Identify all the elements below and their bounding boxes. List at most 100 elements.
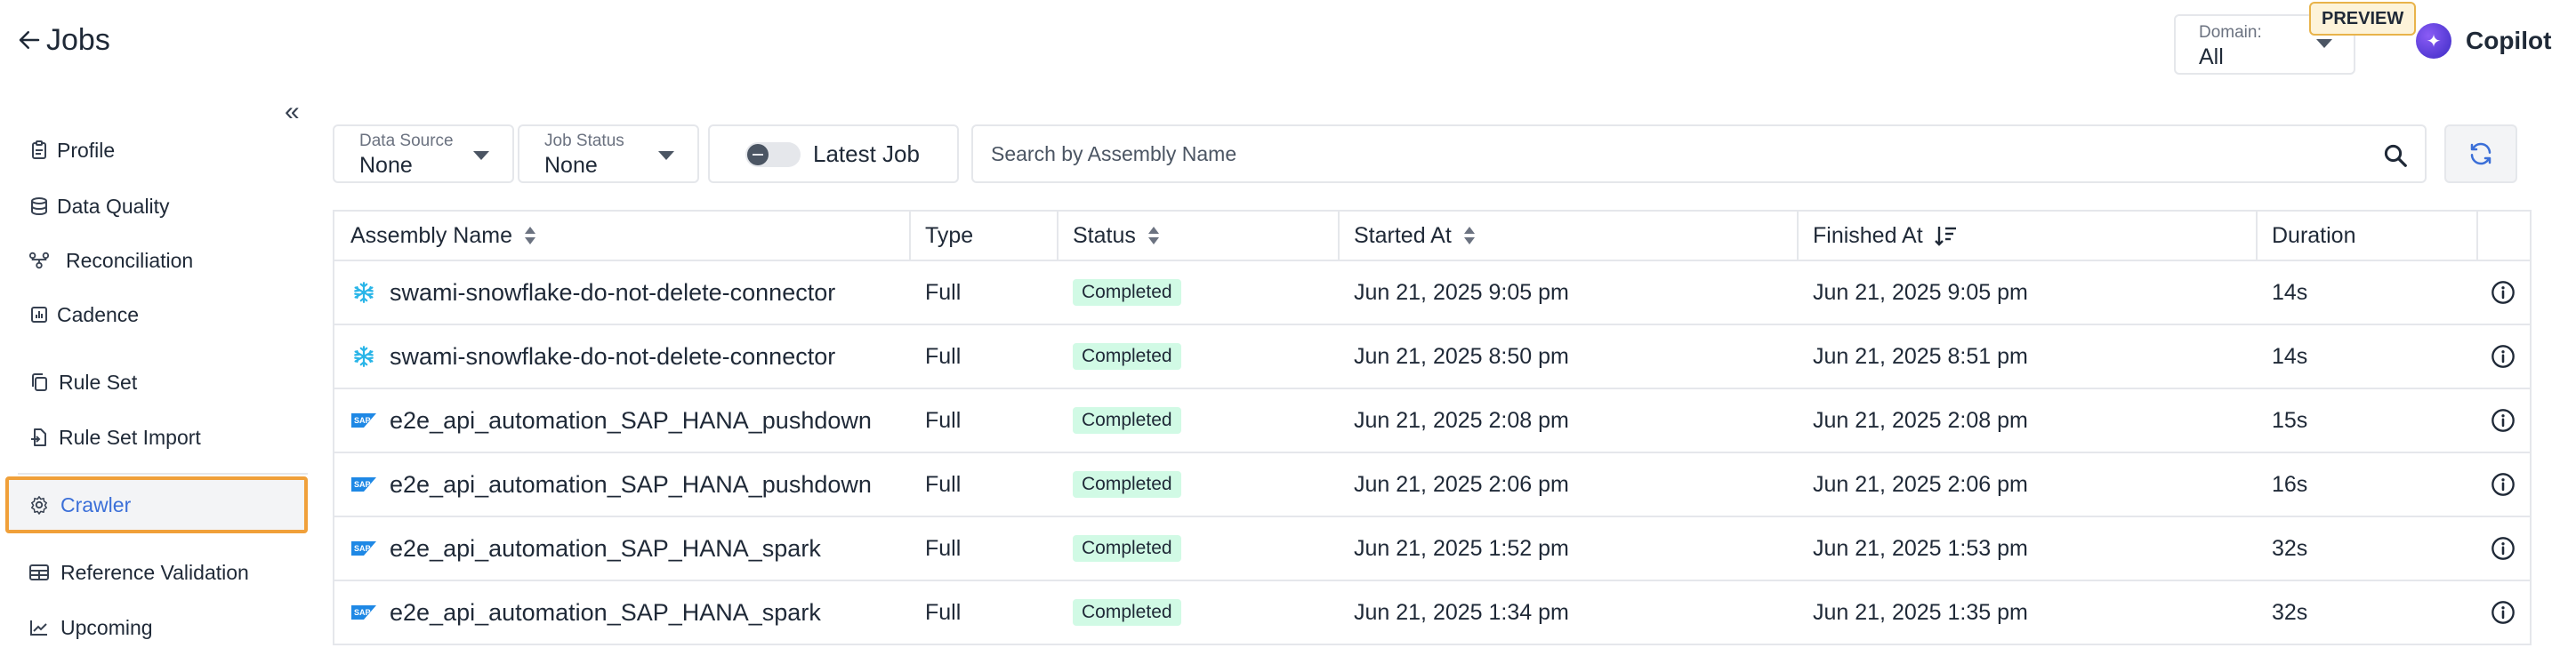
info-icon[interactable] [2491, 280, 2516, 305]
sidebar-item-label: Rule Set Import [59, 425, 201, 449]
sidebar-item-rule-set-import[interactable]: Rule Set Import [5, 411, 308, 464]
cell-status: Completed [1073, 453, 1181, 516]
table-row[interactable]: swami-snowflake-do-not-delete-connector F… [333, 261, 2532, 325]
cell-assembly-name[interactable]: SAP e2e_api_automation_SAP_HANA_pushdown [350, 389, 872, 452]
sidebar-item-cadence[interactable]: Cadence [5, 288, 308, 341]
column-header-status[interactable]: Status [1073, 212, 1161, 260]
cell-duration: 32s [2272, 599, 2308, 625]
cell-finished-at: Jun 21, 2025 9:05 pm [1813, 279, 2028, 305]
sap-icon: SAP [350, 535, 377, 562]
svg-text:SAP: SAP [354, 480, 371, 489]
assembly-name: swami-snowflake-do-not-delete-connector [390, 342, 836, 370]
cell-finished-at: Jun 21, 2025 2:08 pm [1813, 407, 2028, 433]
info-icon[interactable] [2491, 600, 2516, 625]
sort-descending-icon[interactable] [1934, 224, 1957, 247]
cell-status: Completed [1073, 261, 1181, 324]
sidebar-item-crawler[interactable]: Crawler [5, 476, 308, 533]
sap-icon: SAP [350, 599, 377, 626]
sidebar-item-data-quality[interactable]: Data Quality [5, 180, 308, 233]
status-badge: Completed [1073, 279, 1181, 306]
column-separator [1338, 212, 1340, 260]
sidebar-item-reconciliation[interactable]: Reconciliation [5, 234, 308, 287]
cell-type: Full [925, 535, 962, 561]
copilot-label: Copilot [2466, 27, 2552, 54]
table-row[interactable]: swami-snowflake-do-not-delete-connector F… [333, 325, 2532, 389]
cell-finished-at: Jun 21, 2025 8:51 pm [1813, 343, 2028, 369]
status-badge: Completed [1073, 599, 1181, 626]
cell-type: Full [925, 279, 962, 305]
latest-job-toggle[interactable] [745, 142, 801, 167]
data-source-value: None [359, 153, 413, 178]
data-source-select[interactable]: Data Source None [333, 124, 514, 183]
column-separator [2476, 212, 2478, 260]
sidebar-item-reference-validation[interactable]: Reference Validation [5, 546, 308, 599]
caret-down-icon [2316, 39, 2332, 48]
cell-started-at: Jun 21, 2025 9:05 pm [1354, 279, 1569, 305]
caret-down-icon [473, 151, 489, 160]
cell-started-at: Jun 21, 2025 1:34 pm [1354, 599, 1569, 625]
table-row[interactable]: SAP e2e_api_automation_SAP_HANA_spark Full… [333, 581, 2532, 645]
sparkle-icon: ✦ [2416, 23, 2451, 59]
cell-assembly-name[interactable]: swami-snowflake-do-not-delete-connector [350, 325, 835, 388]
cell-finished-at: Jun 21, 2025 1:53 pm [1813, 535, 2028, 561]
status-badge: Completed [1073, 343, 1181, 370]
search-input[interactable] [991, 137, 2361, 171]
caret-down-icon [658, 151, 674, 160]
cell-duration: 15s [2272, 407, 2308, 433]
cell-status: Completed [1073, 389, 1181, 452]
svg-text:SAP: SAP [354, 416, 371, 425]
cell-duration: 32s [2272, 535, 2308, 561]
cell-status: Completed [1073, 517, 1181, 580]
info-icon[interactable] [2491, 408, 2516, 433]
table-row[interactable]: SAP e2e_api_automation_SAP_HANA_spark Full… [333, 517, 2532, 581]
table-icon [28, 562, 50, 583]
info-icon[interactable] [2491, 472, 2516, 497]
sap-icon: SAP [350, 407, 377, 434]
sidebar-item-upcoming[interactable]: Upcoming [5, 601, 308, 654]
sidebar-item-label: Reference Validation [60, 560, 249, 584]
snowflake-icon [350, 343, 377, 370]
cell-type: Full [925, 599, 962, 625]
job-status-select[interactable]: Job Status None [518, 124, 699, 183]
sort-icon[interactable] [1462, 224, 1477, 247]
sidebar-item-label: Reconciliation [66, 248, 194, 272]
sidebar-item-label: Upcoming [60, 615, 153, 639]
info-icon[interactable] [2491, 536, 2516, 561]
cell-assembly-name[interactable]: SAP e2e_api_automation_SAP_HANA_pushdown [350, 453, 872, 516]
cell-assembly-name[interactable]: SAP e2e_api_automation_SAP_HANA_spark [350, 581, 821, 644]
sidebar-item-label: Rule Set [59, 370, 138, 394]
collapse-sidebar-icon[interactable]: « [285, 99, 311, 126]
assembly-name: e2e_api_automation_SAP_HANA_spark [390, 534, 821, 562]
column-header-finished-at[interactable]: Finished At [1813, 212, 1957, 260]
back-arrow-icon[interactable] [16, 27, 43, 53]
refresh-button[interactable] [2444, 124, 2517, 183]
sidebar-item-profile[interactable]: Profile [5, 124, 308, 177]
copy-icon [28, 372, 50, 393]
column-header-started-at[interactable]: Started At [1354, 212, 1477, 260]
info-icon[interactable] [2491, 344, 2516, 369]
page-title: Jobs [46, 23, 110, 57]
column-header-assembly-name[interactable]: Assembly Name [350, 212, 537, 260]
table-row[interactable]: SAP e2e_api_automation_SAP_HANA_pushdown F… [333, 389, 2532, 453]
column-header-label: Duration [2272, 222, 2356, 248]
column-header-label: Type [925, 222, 974, 248]
table-row[interactable]: SAP e2e_api_automation_SAP_HANA_pushdown F… [333, 453, 2532, 517]
cell-duration: 14s [2272, 343, 2308, 369]
clipboard-icon [28, 140, 50, 161]
sidebar-item-label: Data Quality [57, 194, 170, 218]
copilot-button[interactable]: ✦ Copilot [2416, 23, 2551, 59]
svg-text:SAP: SAP [354, 608, 371, 617]
cell-started-at: Jun 21, 2025 1:52 pm [1354, 535, 1569, 561]
search-icon[interactable] [2382, 142, 2409, 169]
cell-assembly-name[interactable]: SAP e2e_api_automation_SAP_HANA_spark [350, 517, 821, 580]
cell-type: Full [925, 471, 962, 497]
cell-assembly-name[interactable]: swami-snowflake-do-not-delete-connector [350, 261, 835, 324]
sort-icon[interactable] [523, 224, 537, 247]
sort-icon[interactable] [1147, 224, 1161, 247]
sidebar-item-rule-set[interactable]: Rule Set [5, 356, 308, 409]
column-header-label: Started At [1354, 222, 1452, 248]
cell-finished-at: Jun 21, 2025 2:06 pm [1813, 471, 2028, 497]
cell-finished-at: Jun 21, 2025 1:35 pm [1813, 599, 2028, 625]
sidebar-item-label: Crawler [60, 492, 132, 516]
cell-status: Completed [1073, 325, 1181, 388]
